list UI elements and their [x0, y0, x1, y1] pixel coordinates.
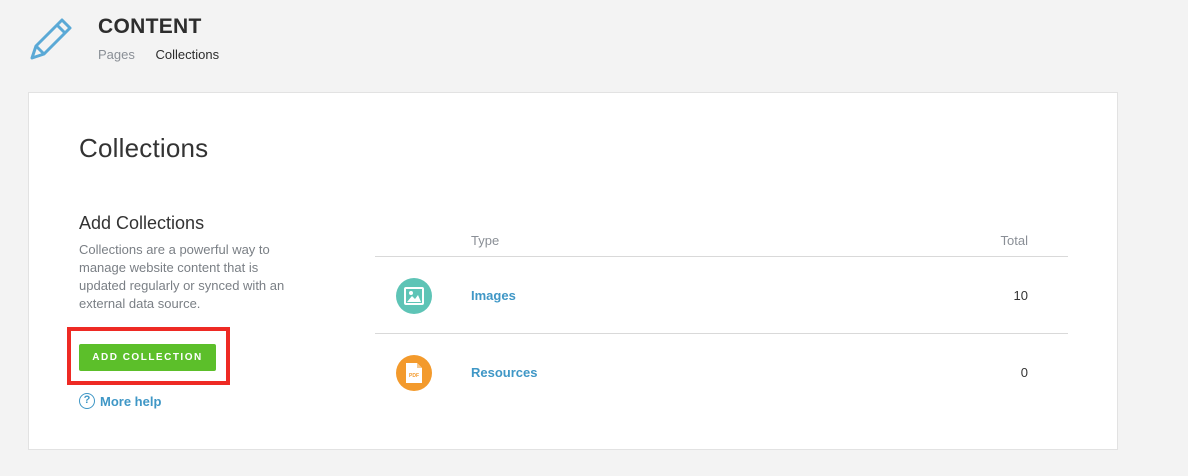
section-title: CONTENT — [98, 15, 202, 38]
more-help-link[interactable]: ? More help — [79, 393, 161, 409]
add-collections-heading: Add Collections — [79, 213, 205, 233]
collections-card: Collections Add Collections Collections … — [28, 92, 1118, 450]
section-nav: Pages Collections — [98, 47, 236, 62]
pdf-file-icon: PDF — [396, 355, 432, 391]
column-header-type: Type — [471, 233, 500, 248]
nav-item-pages[interactable]: Pages — [98, 47, 135, 62]
row-name-images[interactable]: Images — [471, 288, 516, 303]
add-collections-description: Collections are a powerful way to manage… — [79, 242, 285, 311]
table-header: Type Total — [375, 229, 1068, 257]
row-total-resources: 0 — [1020, 365, 1028, 380]
column-header-total: Total — [1000, 233, 1028, 248]
page-title: Collections — [79, 133, 209, 163]
question-circle-icon: ? — [79, 393, 95, 409]
collections-table: Type Total Images 10 PDF Resources 0 — [375, 229, 1068, 411]
row-name-resources[interactable]: Resources — [471, 365, 537, 380]
table-row-images[interactable]: Images 10 — [375, 257, 1068, 334]
svg-text:PDF: PDF — [409, 373, 419, 379]
nav-item-collections[interactable]: Collections — [156, 47, 220, 62]
more-help-label: More help — [100, 393, 162, 409]
image-icon — [396, 278, 432, 314]
page-header: CONTENT Pages Collections — [0, 0, 1188, 92]
row-total-images: 10 — [1013, 288, 1028, 303]
add-collection-button[interactable]: ADD COLLECTION — [79, 344, 216, 371]
pencil-icon — [30, 18, 72, 60]
table-row-resources[interactable]: PDF Resources 0 — [375, 334, 1068, 411]
